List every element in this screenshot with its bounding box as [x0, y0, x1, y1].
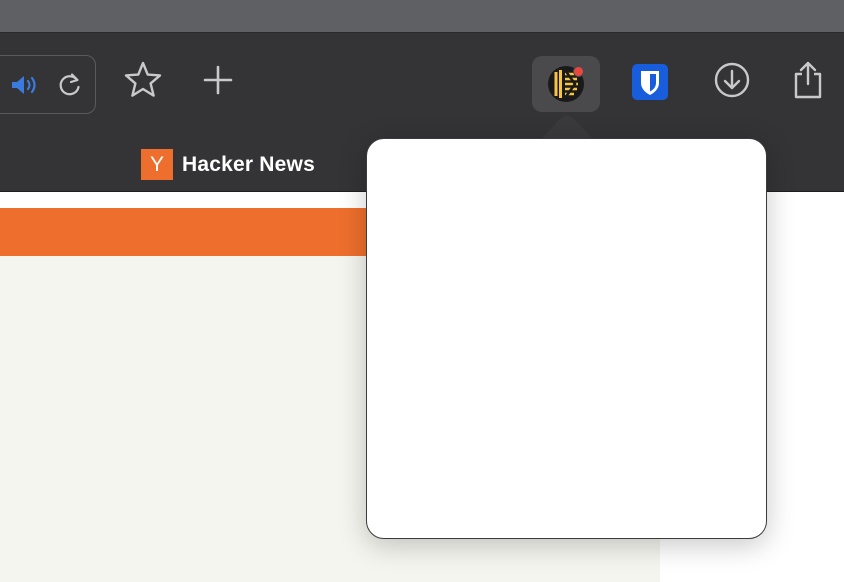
- speaker-icon[interactable]: [9, 70, 39, 100]
- keeper-extension-button[interactable]: [532, 56, 600, 112]
- popover-arrow: [540, 115, 594, 140]
- bitwarden-shield-icon: [632, 63, 668, 105]
- reload-icon[interactable]: [55, 70, 85, 100]
- notification-badge: [573, 66, 584, 77]
- download-arrow-icon: [713, 61, 751, 104]
- ycombinator-logo: Y: [141, 149, 173, 180]
- keeper-icon: [547, 65, 585, 103]
- browser-toolbar: [0, 33, 844, 133]
- star-icon: [123, 60, 163, 105]
- downloads-button[interactable]: [708, 58, 756, 106]
- bookmark-star-button[interactable]: [119, 58, 167, 106]
- address-field[interactable]: [0, 55, 96, 114]
- extension-popover[interactable]: [366, 138, 767, 539]
- bookmark-label: Hacker News: [182, 152, 315, 176]
- plus-icon: [202, 64, 234, 101]
- bookmark-hacker-news[interactable]: Y Hacker News: [141, 149, 315, 180]
- share-icon: [790, 60, 826, 105]
- bitwarden-extension-button[interactable]: [626, 60, 674, 108]
- new-tab-button[interactable]: [194, 58, 242, 106]
- share-button[interactable]: [784, 58, 832, 106]
- window-title-bar: [0, 0, 844, 33]
